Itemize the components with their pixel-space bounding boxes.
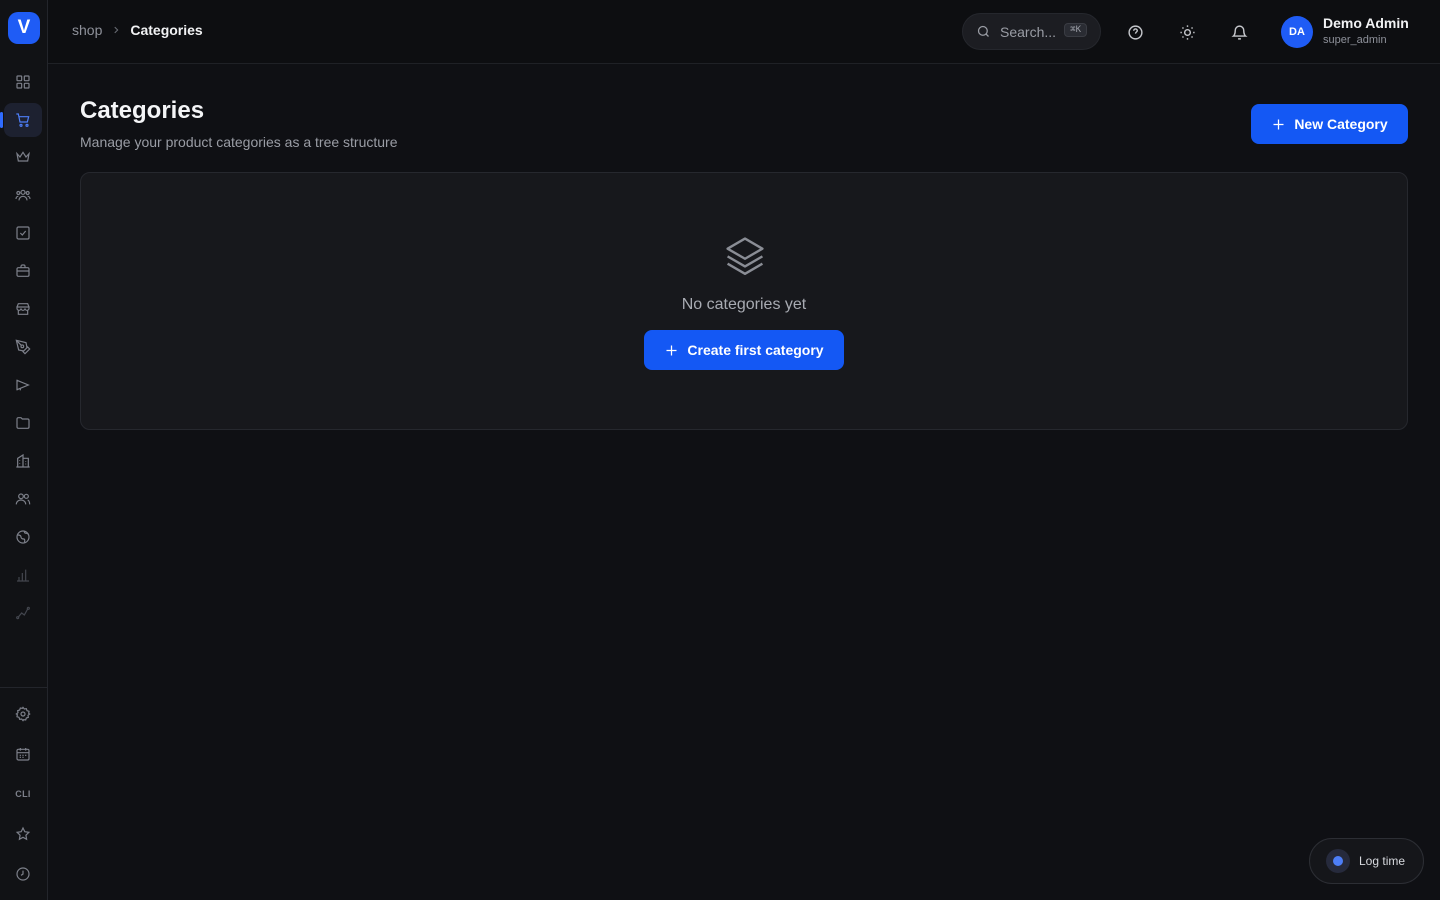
team-icon <box>15 493 31 505</box>
sidebar-item-files[interactable] <box>4 406 42 440</box>
top-bar: shop Categories Search... ⌘K DA Demo Adm… <box>48 0 1440 64</box>
sidebar-item-tasks[interactable] <box>4 216 42 250</box>
new-category-button[interactable]: New Category <box>1251 104 1408 144</box>
star-icon <box>15 826 31 841</box>
create-first-category-button[interactable]: Create first category <box>644 330 844 370</box>
breadcrumb-shop[interactable]: shop <box>72 22 102 38</box>
sidebar-item-trends[interactable] <box>4 596 42 630</box>
sidebar-item-membership[interactable] <box>4 140 42 174</box>
avatar[interactable]: DA <box>1281 16 1313 48</box>
sidebar-item-global[interactable] <box>4 520 42 554</box>
search-shortcut: ⌘K <box>1064 23 1087 37</box>
search-button[interactable]: Search... ⌘K <box>962 13 1101 50</box>
user-name[interactable]: Demo Admin <box>1323 15 1409 31</box>
sidebar-item-dashboard[interactable] <box>4 65 42 99</box>
sidebar-item-jobs[interactable] <box>4 254 42 288</box>
crown-icon <box>16 151 30 162</box>
sidebar-item-cli[interactable]: CLI <box>4 777 42 811</box>
categories-panel: No categories yet Create first category <box>80 172 1408 430</box>
create-first-category-label: Create first category <box>687 342 824 358</box>
app-logo[interactable]: V <box>8 12 40 44</box>
search-icon <box>977 25 989 37</box>
user-role: super_admin <box>1323 34 1387 46</box>
log-time-button[interactable]: Log time <box>1309 838 1424 884</box>
sidebar-item-stores[interactable] <box>4 292 42 326</box>
sidebar-item-analytics[interactable] <box>4 558 42 592</box>
building-icon <box>16 453 30 468</box>
sidebar-item-calendar[interactable] <box>4 737 42 771</box>
bar-chart-icon <box>17 569 29 582</box>
sidebar-item-settings[interactable] <box>4 697 42 731</box>
bell-icon <box>1230 24 1248 40</box>
settings-icon <box>15 706 31 722</box>
notifications-button[interactable] <box>1229 22 1249 42</box>
chevron-right-icon <box>111 25 121 35</box>
sidebar-item-favorites[interactable] <box>4 817 42 851</box>
checkbox-icon <box>16 226 30 240</box>
plus-icon <box>1273 119 1284 129</box>
page-title: Categories <box>80 97 205 124</box>
sidebar-item-marketing[interactable] <box>4 368 42 402</box>
breadcrumb-current: Categories <box>130 22 203 38</box>
page-subtitle: Manage your product categories as a tree… <box>80 134 398 150</box>
shopping-cart-icon <box>16 113 30 127</box>
dashboard-icon <box>16 75 30 89</box>
plus-icon <box>666 345 677 355</box>
calendar-icon <box>16 748 30 761</box>
timer-icon <box>1326 849 1350 873</box>
sidebar-item-shop[interactable] <box>0 103 42 137</box>
sidebar-item-team[interactable] <box>4 482 42 516</box>
help-button[interactable] <box>1125 22 1145 42</box>
sun-icon <box>1179 24 1195 40</box>
trend-icon <box>16 606 30 620</box>
megaphone-icon <box>16 379 30 391</box>
folder-icon <box>16 417 30 429</box>
briefcase-icon <box>16 264 30 277</box>
sidebar-item-design[interactable] <box>4 330 42 364</box>
sidebar-item-company[interactable] <box>4 444 42 478</box>
clock-icon <box>16 867 30 881</box>
users-icon <box>15 189 31 201</box>
sidebar-item-history[interactable] <box>4 857 42 891</box>
store-icon <box>16 303 30 315</box>
cli-label: CLI <box>15 789 31 799</box>
help-icon <box>1127 24 1143 40</box>
pen-tool-icon <box>15 339 31 355</box>
sidebar-item-users[interactable] <box>4 178 42 212</box>
empty-state-message: No categories yet <box>681 296 807 313</box>
log-time-label: Log time <box>1359 854 1406 868</box>
globe-icon <box>16 530 30 544</box>
breadcrumb: shop Categories <box>72 22 203 38</box>
new-category-label: New Category <box>1294 116 1388 132</box>
sidebar-divider <box>0 687 47 688</box>
layers-icon <box>726 237 764 275</box>
theme-toggle-button[interactable] <box>1177 22 1197 42</box>
search-placeholder: Search... <box>1000 23 1057 40</box>
sidebar: V CLI <box>0 0 48 900</box>
